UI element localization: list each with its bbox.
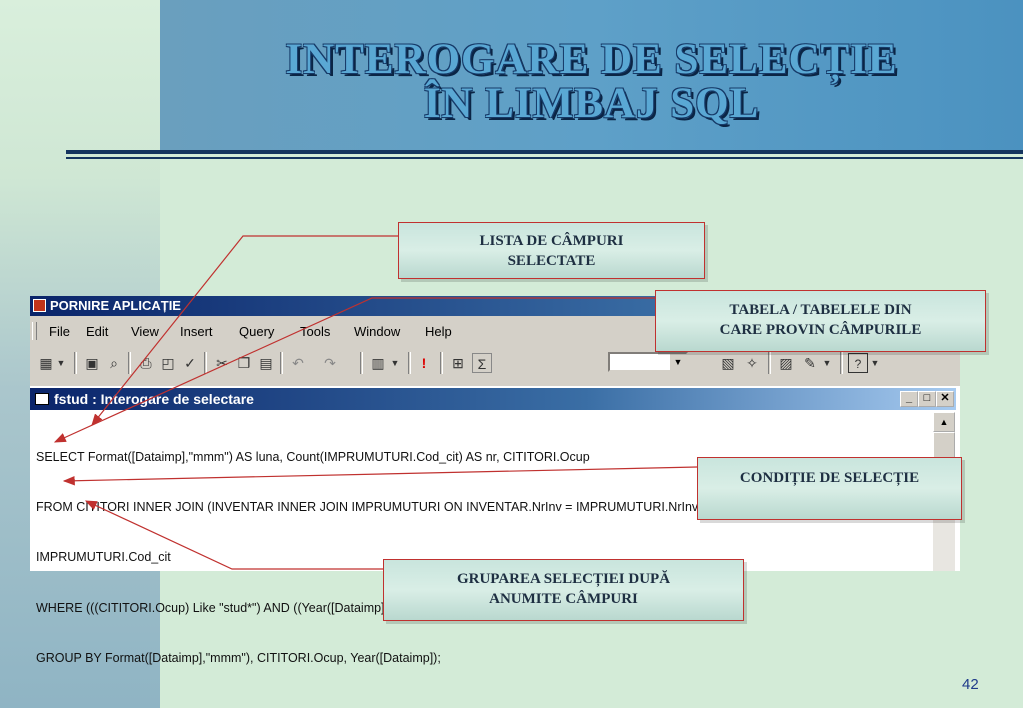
arrow-to-where	[62, 466, 698, 486]
arrow-to-group-by	[84, 500, 383, 570]
page-number: 42	[962, 676, 979, 693]
callout-arrows	[53, 235, 698, 570]
arrow-to-select	[91, 235, 398, 426]
arrow-to-from	[53, 297, 655, 443]
